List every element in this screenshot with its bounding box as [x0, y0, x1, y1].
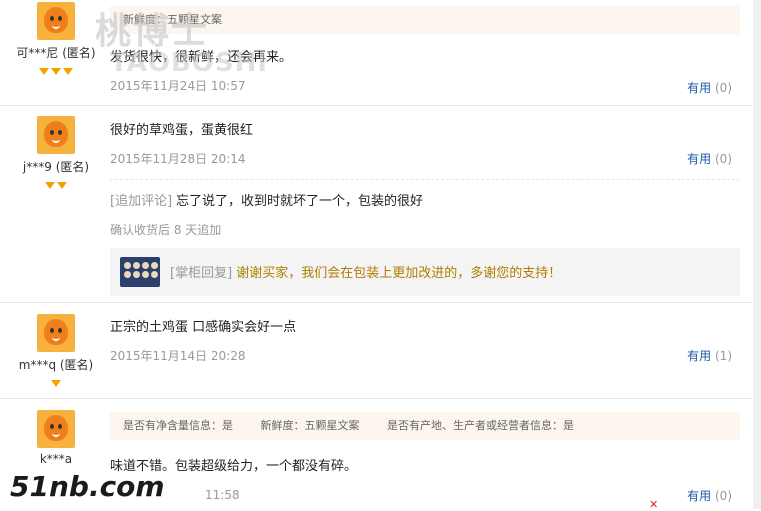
- avatar[interactable]: [37, 2, 75, 40]
- review-date: 2015年11月24日 10:57: [110, 79, 246, 93]
- credit-gems: [0, 64, 112, 75]
- tag: 是否有产地、生产者或经营者信息：是: [387, 419, 574, 432]
- avatar[interactable]: [37, 116, 75, 154]
- gem-icon: [51, 68, 61, 75]
- review-content: 很好的草鸡蛋，蛋黄很红 2015年11月28日 20:14 [追加评论] 忘了说…: [110, 119, 740, 296]
- review-content: 新鲜度：五颗星文案 发货很快，很新鲜，还会再来。 2015年11月24日 10:…: [110, 6, 740, 94]
- review-item: 可***尼 (匿名) 新鲜度：五颗星文案 发货很快，很新鲜，还会再来。 2015…: [0, 0, 752, 106]
- tag: 是否有净含量信息：是: [123, 419, 233, 432]
- review-text: 味道不错。包装超级给力，一个都没有碎。: [110, 459, 358, 474]
- review-text: 很好的草鸡蛋，蛋黄很红: [110, 123, 254, 138]
- append-text: 忘了说了，收到时就坏了一个，包装的很好: [175, 194, 423, 209]
- close-icon[interactable]: ✕: [649, 499, 661, 510]
- gem-icon: [39, 68, 49, 75]
- credit-gems: [0, 178, 112, 189]
- avatar[interactable]: [37, 314, 75, 352]
- useful-button[interactable]: 有用 (0): [687, 150, 732, 167]
- review-text: 正宗的土鸡蛋 口感确实会好一点: [110, 320, 297, 335]
- reviewer-name: 可***尼 (匿名): [16, 46, 96, 60]
- review-date: 2015年11月28日 20:14: [110, 152, 246, 166]
- review-content: 是否有净含量信息：是 新鲜度：五颗星文案 是否有产地、生产者或经营者信息：是 味…: [110, 412, 740, 502]
- seller-reply: [掌柜回复] 谢谢买家，我们会在包装上更加改进的，多谢您的支持！: [110, 248, 740, 296]
- avatar[interactable]: [37, 410, 75, 448]
- review-tags: 是否有净含量信息：是 新鲜度：五颗星文案 是否有产地、生产者或经营者信息：是: [110, 412, 740, 440]
- reply-text: 谢谢买家，我们会在包装上更加改进的，多谢您的支持！: [236, 266, 562, 281]
- append-label: [追加评论]: [110, 194, 173, 209]
- scrollbar[interactable]: [753, 0, 761, 509]
- review-item: m***q (匿名) 正宗的土鸡蛋 口感确实会好一点 2015年11月14日 2…: [0, 302, 752, 399]
- review-tags: 新鲜度：五颗星文案: [110, 6, 740, 34]
- credit-gems: [0, 376, 112, 387]
- reviewer-info: m***q (匿名): [0, 314, 112, 387]
- reviewer-name: m***q (匿名): [18, 358, 94, 372]
- useful-button[interactable]: 有用 (0): [687, 487, 732, 504]
- reviewer-name: k***a: [39, 452, 73, 466]
- review-item: k***a 是否有净含量信息：是 新鲜度：五颗星文案 是否有产地、生产者或经营者…: [0, 398, 752, 509]
- reviewer-name: j***9 (匿名): [22, 160, 90, 174]
- gem-icon: [51, 380, 61, 387]
- review-content: 正宗的土鸡蛋 口感确实会好一点 2015年11月14日 20:28: [110, 316, 740, 364]
- gem-icon: [63, 68, 73, 75]
- useful-button[interactable]: 有用 (0): [687, 79, 732, 96]
- tag: 新鲜度：五颗星文案: [260, 419, 360, 432]
- useful-button[interactable]: 有用 (1): [687, 347, 732, 364]
- append-meta: 确认收货后 8 天追加: [110, 223, 222, 237]
- tag: 新鲜度：五颗星文案: [123, 13, 222, 26]
- review-date: 11:58: [205, 488, 240, 502]
- gem-icon: [45, 182, 55, 189]
- gem-icon: [57, 182, 67, 189]
- reviewer-info: j***9 (匿名): [0, 116, 112, 189]
- review-date: 2015年11月14日 20:28: [110, 349, 246, 363]
- reviewer-info: k***a: [0, 410, 112, 466]
- reply-label: [掌柜回复]: [170, 266, 233, 281]
- product-thumbnail[interactable]: [120, 257, 160, 287]
- review-text: 发货很快，很新鲜，还会再来。: [110, 50, 293, 65]
- reviewer-info: 可***尼 (匿名): [0, 2, 112, 75]
- review-item: j***9 (匿名) 很好的草鸡蛋，蛋黄很红 2015年11月28日 20:14…: [0, 105, 752, 303]
